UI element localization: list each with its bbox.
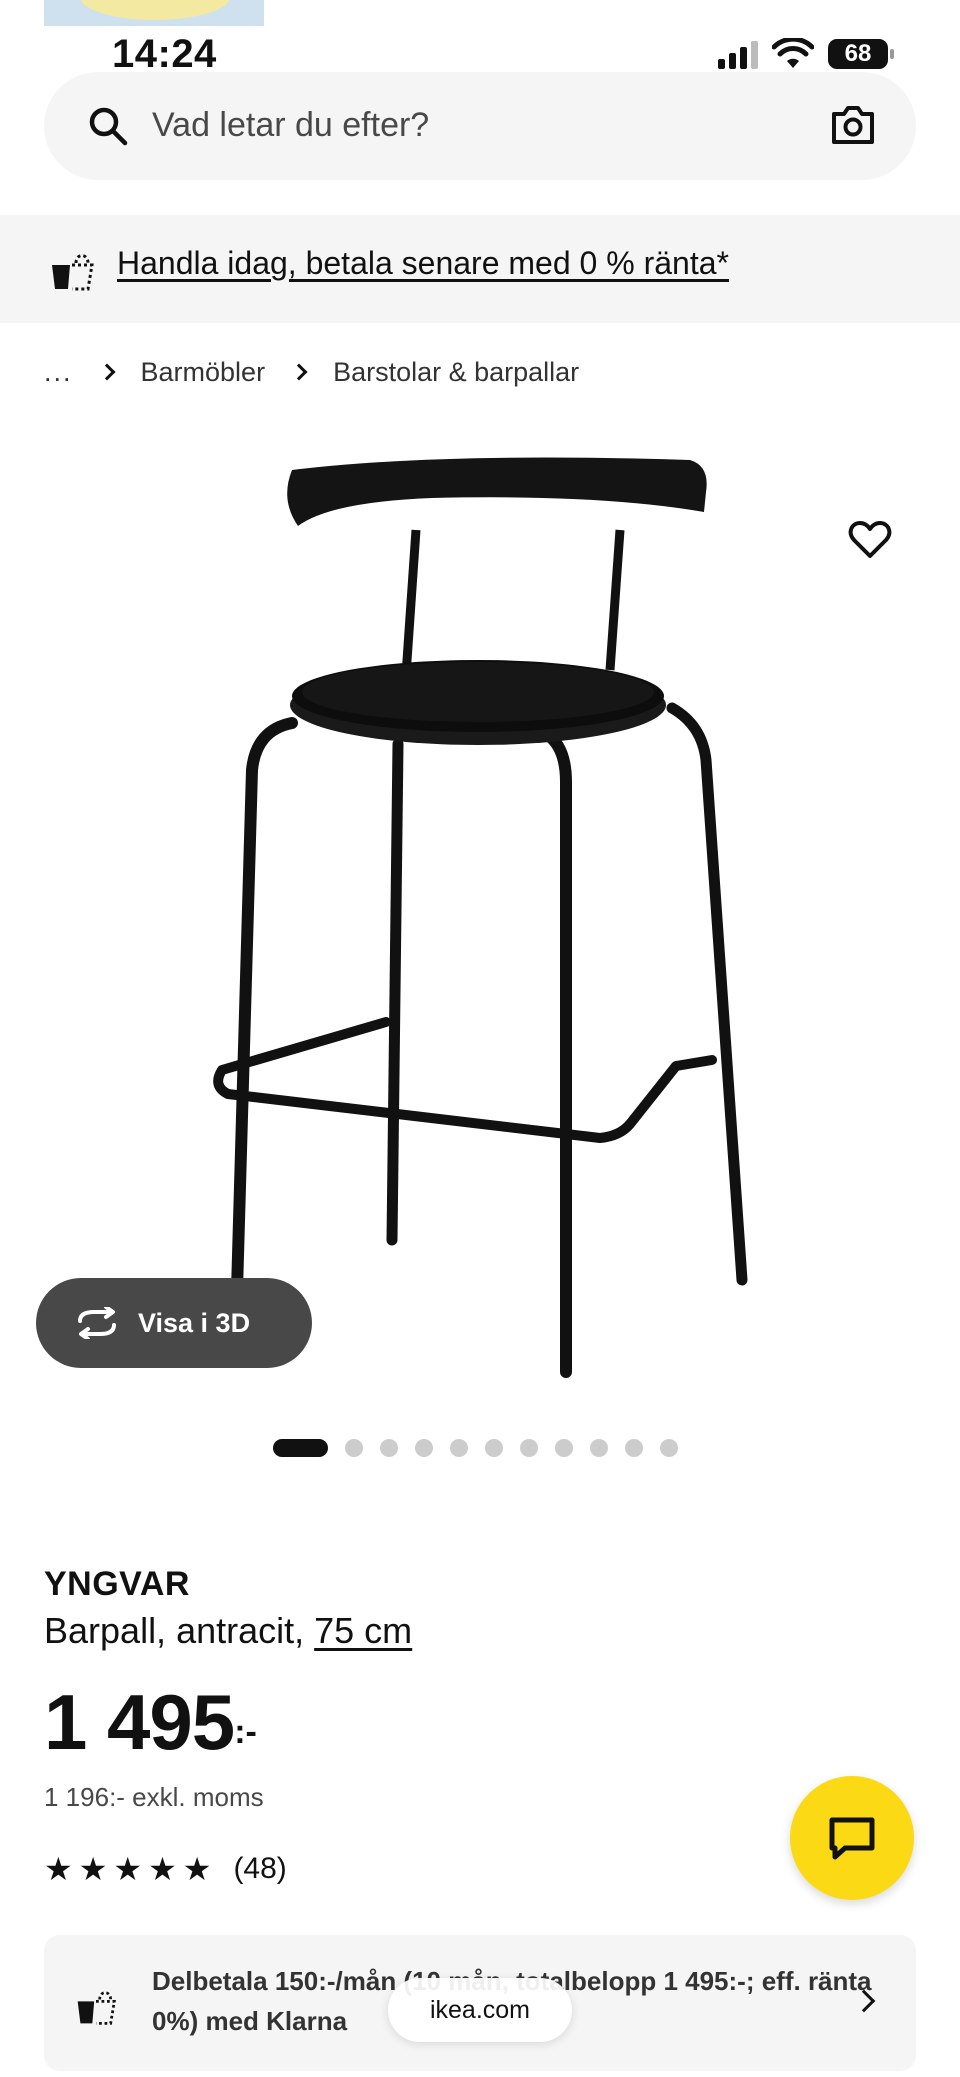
pager-dot[interactable]	[625, 1439, 643, 1457]
browser-url-bar[interactable]: ikea.com	[388, 1978, 572, 2042]
pager-dot[interactable]	[415, 1439, 433, 1457]
promo-link[interactable]: Handla idag, betala senare med 0 % ränta…	[117, 245, 729, 282]
star-icon: ★	[148, 1851, 177, 1887]
product-image-bar-stool[interactable]	[0, 430, 960, 1410]
pager-dot[interactable]	[450, 1439, 468, 1457]
status-bar: 14:24 68	[0, 0, 960, 76]
cellular-signal-icon	[718, 39, 758, 69]
price-amount: 1 495	[44, 1678, 235, 1766]
favorite-button[interactable]	[824, 494, 916, 586]
pager-dot[interactable]	[345, 1439, 363, 1457]
search-input[interactable]: Vad letar du efter?	[152, 106, 429, 145]
pager-dot[interactable]	[485, 1439, 503, 1457]
product-description: Barpall, antracit, 75 cm	[44, 1610, 412, 1652]
wifi-icon	[772, 38, 814, 68]
camera-icon[interactable]	[830, 104, 876, 146]
pager-dot-active[interactable]	[273, 1439, 328, 1457]
heart-icon	[848, 521, 892, 558]
chevron-right-icon	[98, 363, 116, 381]
chat-icon	[829, 1817, 875, 1860]
breadcrumb-item-barmobler[interactable]: Barmöbler	[141, 357, 266, 388]
breadcrumb: ... Barmöbler Barstolar & barpallar	[44, 352, 579, 392]
star-icon: ★	[113, 1851, 143, 1887]
price-suffix: :-	[234, 1713, 257, 1751]
search-icon	[89, 107, 128, 146]
status-time: 14:24	[112, 32, 217, 76]
star-icon: ★	[78, 1851, 108, 1887]
pager-dot[interactable]	[520, 1439, 538, 1457]
breadcrumb-item-barstolar[interactable]: Barstolar & barpallar	[333, 357, 579, 388]
view-in-3d-label: Visa i 3D	[138, 1307, 251, 1338]
promo-banner[interactable]: Handla idag, betala senare med 0 % ränta…	[0, 215, 960, 323]
product-size-link[interactable]: 75 cm	[314, 1610, 412, 1651]
rating-count: (48)	[233, 1852, 287, 1885]
product-type: Barpall, antracit,	[44, 1610, 305, 1651]
pager-dot[interactable]	[660, 1439, 678, 1457]
dynamic-island-thumbnail	[44, 0, 264, 26]
image-pager[interactable]	[273, 1438, 678, 1458]
star-icon: ★	[44, 1851, 73, 1887]
pager-dot[interactable]	[590, 1439, 608, 1457]
battery-icon: 68	[828, 39, 894, 69]
view-in-3d-button[interactable]: Visa i 3D	[36, 1278, 312, 1368]
product-rating[interactable]: ★ ★ ★ ★ ★ (48)	[44, 1852, 287, 1886]
status-icons: 68	[718, 38, 894, 70]
pager-dot[interactable]	[555, 1439, 573, 1457]
chat-button[interactable]	[790, 1776, 914, 1900]
star-icon: ★	[182, 1851, 212, 1887]
chevron-right-icon	[290, 363, 308, 381]
price-excl-vat: 1 196:- exkl. moms	[44, 1782, 264, 1812]
shopping-bag-icon	[52, 254, 94, 291]
pager-dot[interactable]	[380, 1439, 398, 1457]
shopping-bag-icon	[77, 1991, 116, 2025]
search-bar[interactable]: Vad letar du efter?	[44, 72, 916, 180]
product-price: 1 495 :-	[44, 1683, 257, 1761]
rotate-3d-icon	[78, 1307, 116, 1339]
product-name: YNGVAR	[44, 1565, 190, 1603]
breadcrumb-ellipsis[interactable]: ...	[44, 357, 73, 388]
